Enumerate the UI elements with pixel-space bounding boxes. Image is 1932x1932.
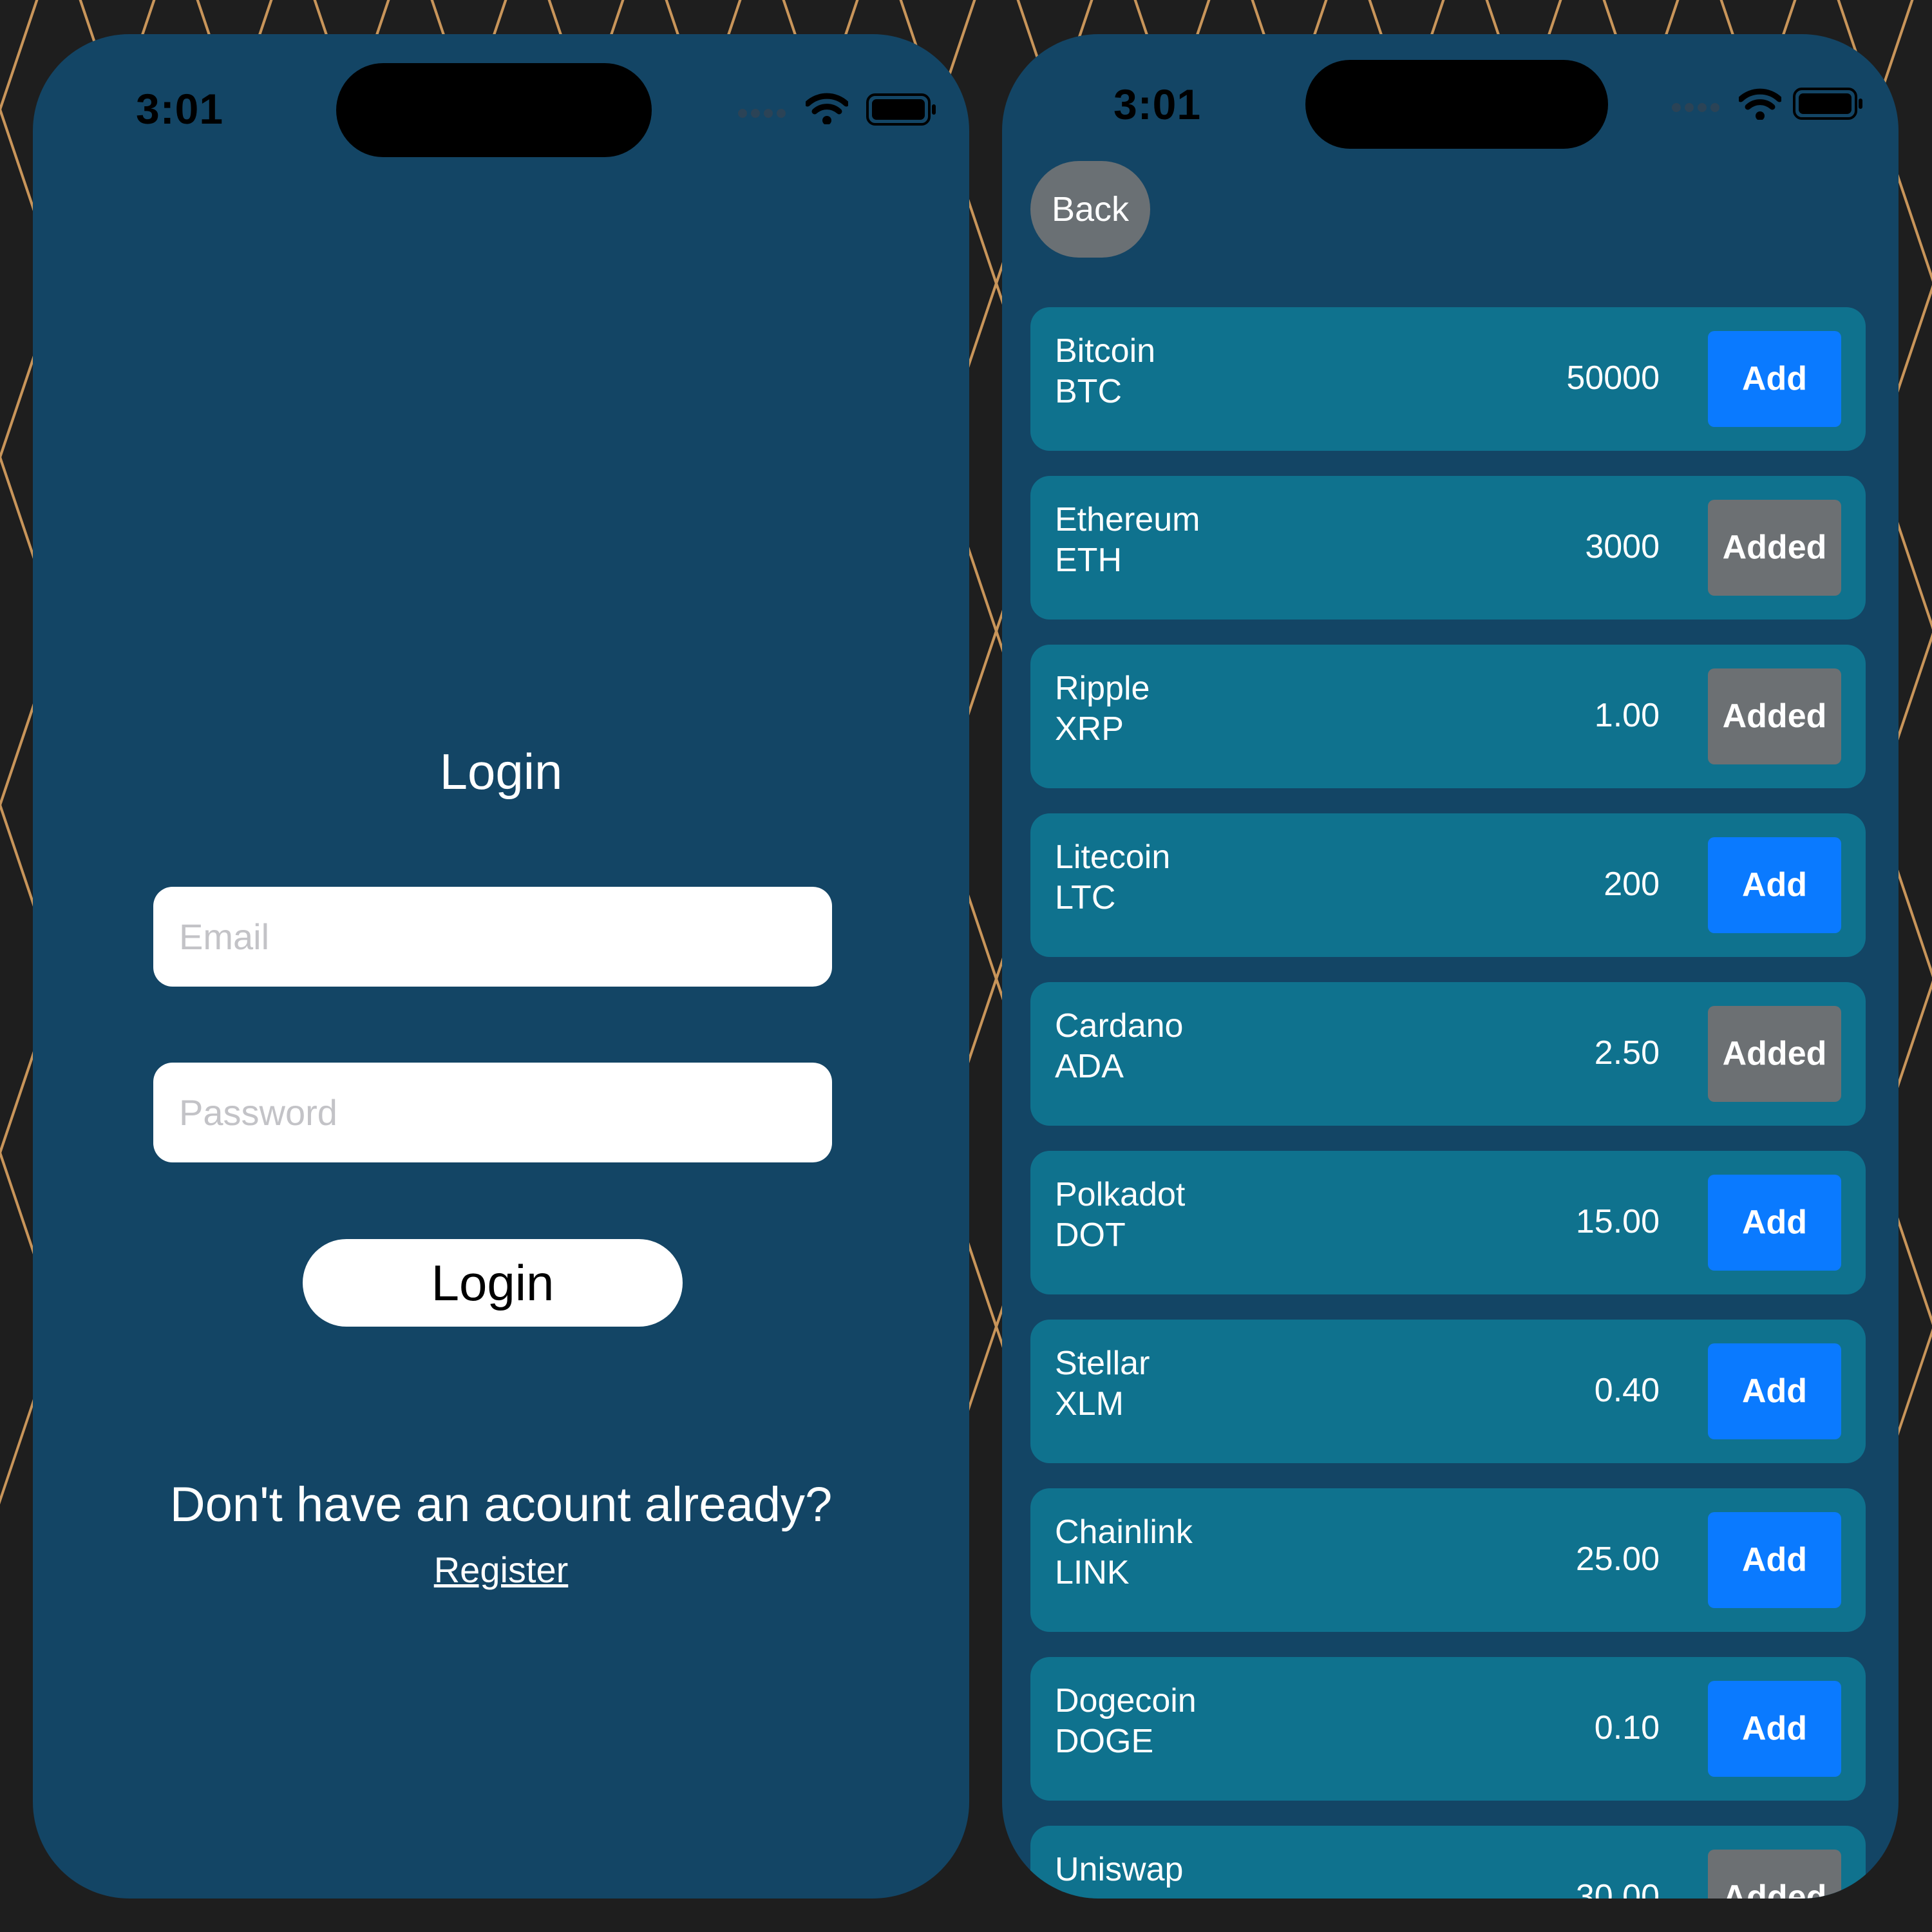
coin-price: 50000 [1566, 359, 1660, 397]
coin-name: Stellar [1055, 1345, 1150, 1382]
added-button[interactable]: Added [1708, 1006, 1841, 1102]
coin-list-screen: 3:01 Back Bitcoin BTC 50000 Add Ethereum ETH 3… [1002, 34, 1899, 1899]
coin-symbol: XRP [1055, 710, 1124, 748]
coin-price: 30.00 [1575, 1878, 1660, 1899]
coin-price: 200 [1604, 866, 1660, 903]
email-field[interactable] [153, 887, 832, 987]
coin-price: 1.00 [1594, 697, 1660, 734]
coin-row-litecoin: Litecoin LTC 200 Add [1030, 813, 1866, 957]
coin-name: Uniswap [1055, 1851, 1184, 1888]
coin-row-stellar: Stellar XLM 0.40 Add [1030, 1320, 1866, 1463]
coin-price: 2.50 [1594, 1034, 1660, 1072]
add-button[interactable]: Add [1708, 1175, 1841, 1271]
coin-symbol: LTC [1055, 879, 1116, 916]
coin-name: Ethereum [1055, 501, 1200, 538]
coin-row-ethereum: Ethereum ETH 3000 Added [1030, 476, 1866, 620]
dynamic-island [1305, 60, 1608, 149]
coin-row-polkadot: Polkadot DOT 15.00 Add [1030, 1151, 1866, 1294]
coin-name: Ripple [1055, 670, 1150, 707]
dynamic-island [336, 63, 652, 157]
coin-price: 0.40 [1594, 1372, 1660, 1409]
coin-row-uniswap: Uniswap 30.00 Added [1030, 1826, 1866, 1899]
add-button[interactable]: Add [1708, 1343, 1841, 1439]
back-button[interactable]: Back [1030, 161, 1150, 258]
added-button[interactable]: Added [1708, 668, 1841, 764]
coin-row-cardano: Cardano ADA 2.50 Added [1030, 982, 1866, 1126]
coin-symbol: BTC [1055, 373, 1122, 410]
added-button[interactable]: Added [1708, 1850, 1841, 1899]
coin-name: Bitcoin [1055, 332, 1156, 370]
register-link[interactable]: Register [33, 1549, 969, 1591]
coin-symbol: ADA [1055, 1048, 1124, 1085]
add-button[interactable]: Add [1708, 331, 1841, 427]
coin-name: Polkadot [1055, 1176, 1186, 1213]
status-icons [707, 92, 939, 131]
coin-row-dogecoin: Dogecoin DOGE 0.10 Add [1030, 1657, 1866, 1801]
add-button[interactable]: Add [1708, 1681, 1841, 1777]
coin-price: 3000 [1585, 528, 1660, 565]
status-time: 3:01 [136, 85, 224, 133]
coin-name: Cardano [1055, 1007, 1184, 1045]
status-time: 3:01 [1113, 80, 1202, 128]
added-button[interactable]: Added [1708, 500, 1841, 596]
status-icons [1659, 88, 1891, 126]
add-button[interactable]: Add [1708, 1512, 1841, 1608]
password-field[interactable] [153, 1063, 832, 1162]
coin-symbol: LINK [1055, 1554, 1130, 1591]
battery-icon [1793, 88, 1862, 120]
coin-symbol: ETH [1055, 542, 1122, 579]
coin-symbol: DOT [1055, 1217, 1126, 1254]
wifi-icon [1739, 88, 1781, 120]
coin-row-chainlink: Chainlink LINK 25.00 Add [1030, 1488, 1866, 1632]
coin-symbol: XLM [1055, 1385, 1124, 1423]
coin-price: 15.00 [1575, 1203, 1660, 1240]
add-button[interactable]: Add [1708, 837, 1841, 933]
coin-symbol: DOGE [1055, 1723, 1154, 1760]
wifi-icon [806, 93, 848, 124]
login-button[interactable]: Login [303, 1239, 683, 1327]
page-title: Login [439, 743, 563, 800]
no-account-text: Don't have an acount already? [169, 1477, 833, 1532]
coin-row-ripple: Ripple XRP 1.00 Added [1030, 645, 1866, 788]
coin-price: 25.00 [1575, 1540, 1660, 1578]
login-screen: 3:01 Login Login Don't have an [33, 34, 969, 1899]
coin-name: Chainlink [1055, 1513, 1193, 1551]
battery-icon [866, 93, 936, 126]
coin-name: Litecoin [1055, 838, 1171, 876]
coin-row-bitcoin: Bitcoin BTC 50000 Add [1030, 307, 1866, 451]
coin-name: Dogecoin [1055, 1682, 1197, 1719]
coin-price: 0.10 [1594, 1709, 1660, 1747]
screenshot-canvas: 3:01 Login Login Don't have an [0, 0, 1932, 1932]
